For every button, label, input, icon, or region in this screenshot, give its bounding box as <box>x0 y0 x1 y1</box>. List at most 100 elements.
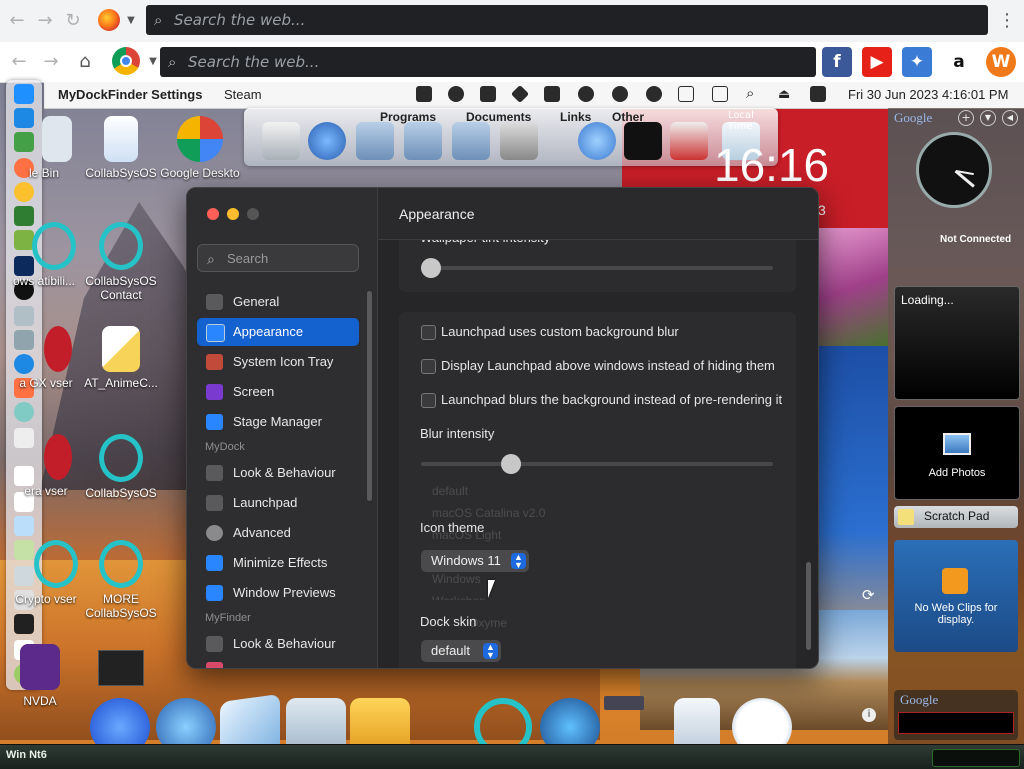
wordpress-icon[interactable] <box>578 86 594 102</box>
shelf-folder-icon-3[interactable] <box>452 122 490 160</box>
desktop-icon-google-desktop[interactable]: Google Deskto <box>156 116 244 180</box>
tray-icon-3[interactable] <box>480 86 496 102</box>
nav-myfinder-look-behaviour[interactable]: Look & Behaviour <box>197 630 359 658</box>
wallpaper-tint-slider[interactable] <box>421 258 441 278</box>
desktop-icon-more-collabsysos[interactable]: MORE CollabSysOS <box>76 540 166 620</box>
dock-icon-14[interactable] <box>14 402 34 422</box>
facebook-icon[interactable]: f <box>822 47 852 77</box>
shelf-folder-icon-2[interactable] <box>404 122 442 160</box>
desktop-icon-windows-compat[interactable]: ows atibili... <box>2 222 86 288</box>
back-icon[interactable]: ← <box>6 10 28 32</box>
nav-system-icon-tray[interactable]: System Icon Tray <box>197 348 359 376</box>
windows-icon[interactable] <box>14 84 34 104</box>
nav-window-previews[interactable]: Window Previews <box>197 579 359 607</box>
dock-icon-18[interactable] <box>14 516 34 536</box>
reload-icon[interactable]: ↻ <box>62 10 84 32</box>
menubar-clock[interactable]: Fri 30 Jun 2023 4:16:01 PM <box>848 87 1008 102</box>
scratch-pad-gadget[interactable]: Scratch Pad <box>894 506 1018 528</box>
search-icon: ⌕ <box>168 53 177 71</box>
tray-icon-5[interactable] <box>544 86 560 102</box>
forward-icon[interactable]: → <box>40 51 62 73</box>
checkbox-blurs-background[interactable] <box>421 393 436 408</box>
minimize-window-button[interactable] <box>227 208 239 220</box>
shelf-globe-icon-2[interactable] <box>578 122 616 160</box>
dock-na-badge[interactable] <box>604 696 644 710</box>
search-input-main[interactable]: ⌕ Search the web... <box>160 47 816 77</box>
eject-icon[interactable]: ⏏ <box>778 86 794 102</box>
shelf-folder-icon[interactable] <box>356 122 394 160</box>
shelf-hammer-icon[interactable] <box>670 122 708 160</box>
w-site-icon[interactable]: W <box>986 47 1016 77</box>
blur-intensity-slider[interactable] <box>500 454 521 474</box>
shelf-tab-programs[interactable]: Programs <box>380 110 436 124</box>
gamepad-icon[interactable]: ✦ <box>902 47 932 77</box>
nav-advanced[interactable]: Advanced <box>197 519 359 547</box>
home-icon[interactable]: ⌂ <box>74 51 96 73</box>
shelf-tab-other[interactable]: Other <box>612 110 644 124</box>
search-icon[interactable]: ⌕ <box>746 86 762 102</box>
checkbox-launchpad-above[interactable] <box>421 359 436 374</box>
firefox-icon[interactable] <box>98 9 120 31</box>
chevron-down-icon[interactable]: ▼ <box>120 10 142 32</box>
shelf-tools-icon[interactable] <box>500 122 538 160</box>
menu-dots-icon[interactable]: ⋮ <box>996 10 1018 32</box>
nav-launchpad[interactable]: Launchpad <box>197 489 359 517</box>
nav-stage-manager[interactable]: Stage Manager <box>197 408 359 436</box>
settings-search-placeholder: Search <box>227 251 269 266</box>
google-search-input[interactable] <box>898 712 1014 734</box>
flower-photo <box>818 228 888 346</box>
nav-minimize-effects[interactable]: Minimize Effects <box>197 549 359 577</box>
shelf-tab-links[interactable]: Links <box>560 110 591 124</box>
search-input-top[interactable]: ⌕ Search the web... <box>146 5 988 35</box>
forward-icon[interactable]: → <box>34 10 56 32</box>
amazon-icon[interactable]: a <box>944 47 974 77</box>
gadget-menu-icon[interactable]: ▼ <box>980 110 996 126</box>
content-scrollbar[interactable] <box>806 562 811 650</box>
appearance-icon <box>206 324 225 342</box>
desktop-icon-collabsysos[interactable]: CollabSysOS <box>76 116 166 180</box>
tray-icon-10[interactable] <box>712 86 728 102</box>
nav-screen[interactable]: Screen <box>197 378 359 406</box>
settings-search-input[interactable]: ⌕ Search <box>197 244 359 272</box>
desktop-icon-recycle-bin[interactable]: le Bin <box>8 116 80 180</box>
dock-skin-select[interactable]: default ▲ ▼ <box>421 640 501 662</box>
wallpaper-tint-track[interactable] <box>421 266 773 270</box>
chrome-dock-icon[interactable] <box>14 182 34 202</box>
notion-icon[interactable] <box>416 86 432 102</box>
desktop-icon-collabsysos-2[interactable]: CollabSysOS <box>76 434 166 500</box>
app-name-menu[interactable]: MyDockFinder Settings <box>58 87 202 102</box>
nav-appearance[interactable]: Appearance <box>197 318 359 346</box>
blur-intensity-track[interactable] <box>421 462 773 466</box>
dock-icon-10[interactable] <box>14 306 34 326</box>
checkbox-custom-blur[interactable] <box>421 325 436 340</box>
shelf-tab-documents[interactable]: Documents <box>466 110 531 124</box>
shelf-globe-icon[interactable] <box>308 122 346 160</box>
back-icon[interactable]: ← <box>8 51 30 73</box>
nav-general[interactable]: General <box>197 288 359 316</box>
shelf-shirt-icon[interactable] <box>624 122 662 160</box>
gadget-close-icon[interactable]: ◀ <box>1002 110 1018 126</box>
photos-gadget[interactable]: Add Photos <box>894 406 1020 500</box>
desktop-icon-animec[interactable]: AT_AnimeC... <box>76 326 166 390</box>
dock-icon-22[interactable] <box>14 614 34 634</box>
steam-menu[interactable]: Steam <box>224 87 262 102</box>
sidebar-scrollbar[interactable] <box>367 291 372 501</box>
info-icon[interactable]: i <box>862 708 876 722</box>
icon-theme-select[interactable]: Windows 11 ▲ ▼ <box>421 550 529 572</box>
shelf-printer-icon[interactable] <box>262 122 300 160</box>
tray-icon-7[interactable] <box>612 86 628 102</box>
control-center-icon[interactable] <box>810 86 826 102</box>
nav-mydock-look-behaviour[interactable]: Look & Behaviour <box>197 459 359 487</box>
chrome-icon[interactable] <box>112 47 140 75</box>
refresh-icon[interactable]: ⟳ <box>862 586 875 604</box>
zoom-window-button[interactable] <box>247 208 259 220</box>
close-window-button[interactable] <box>207 208 219 220</box>
sidebar-toggle-icon[interactable] <box>678 86 694 102</box>
tray-icon-8[interactable] <box>646 86 662 102</box>
start-button[interactable]: Win Nt6 <box>6 749 47 761</box>
add-gadget-icon[interactable]: + <box>958 110 974 126</box>
desktop-icon-collabsysos-contact[interactable]: CollabSysOS Contact <box>76 222 166 302</box>
tray-icon-4[interactable] <box>510 84 530 104</box>
youtube-icon[interactable]: ▶ <box>862 47 892 77</box>
tray-icon-2[interactable] <box>448 86 464 102</box>
